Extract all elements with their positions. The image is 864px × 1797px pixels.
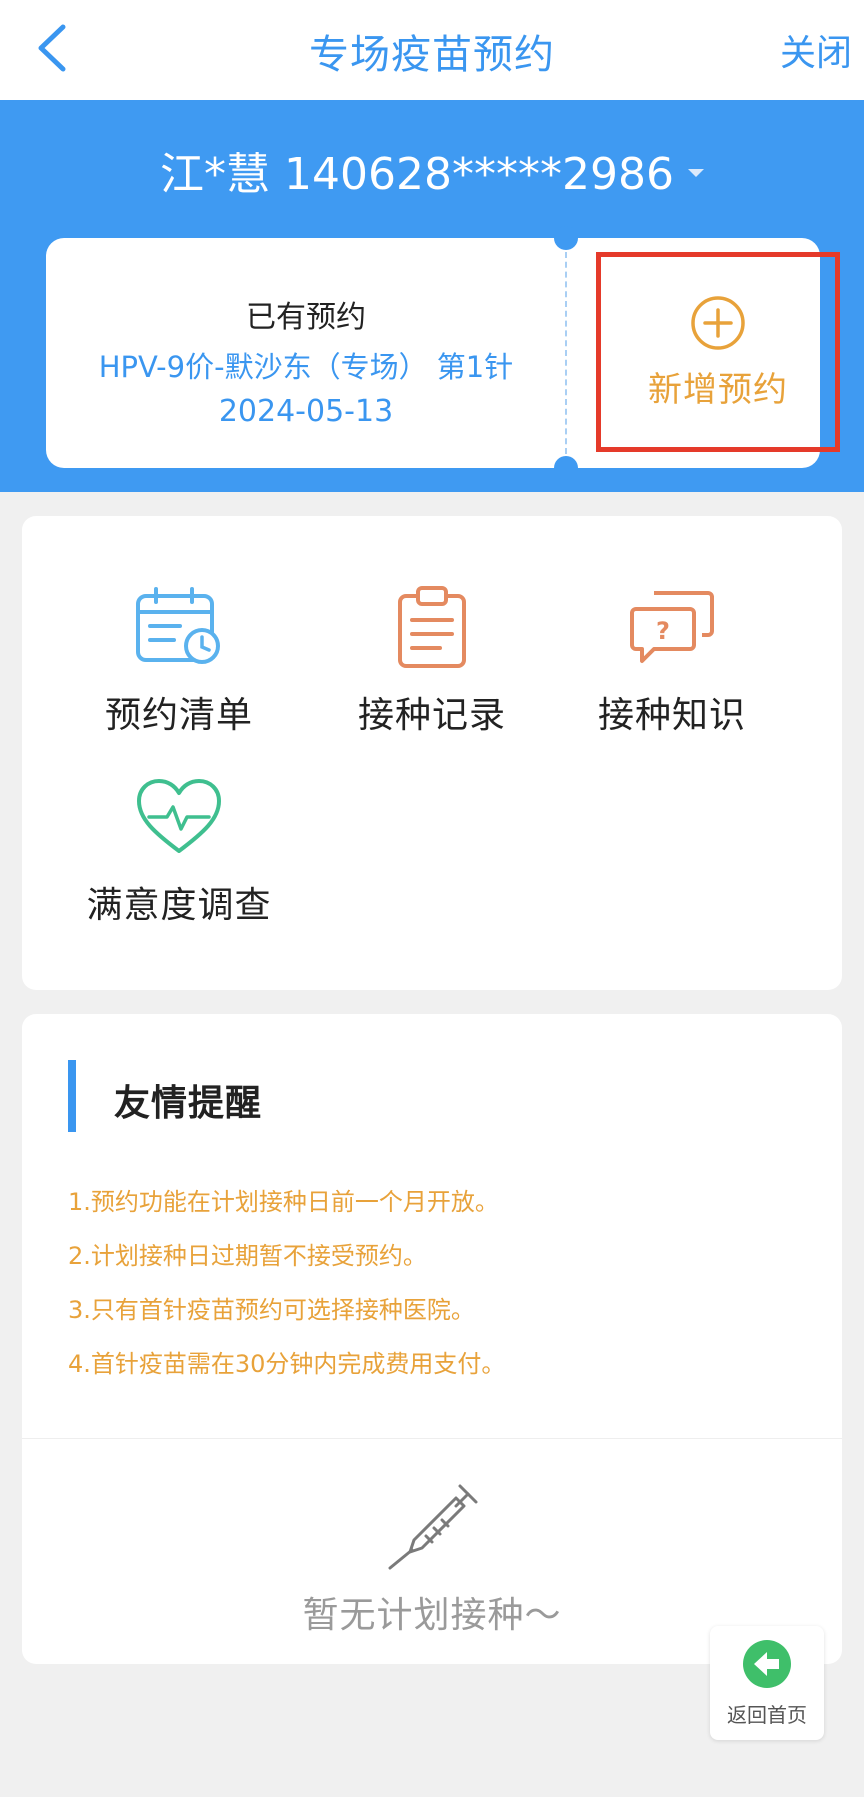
caret-down-icon xyxy=(687,169,704,177)
svg-text:?: ? xyxy=(656,617,670,645)
reminder-tip: 4.首针疫苗需在30分钟内完成费用支付。 xyxy=(68,1350,506,1378)
ticket-notch-bottom xyxy=(554,456,578,480)
user-identity-text: 江*慧 140628*****2986 xyxy=(160,149,674,200)
back-home-label: 返回首页 xyxy=(727,1702,807,1727)
existing-appointment-vaccine: HPV-9价-默沙东（专场） 第1针 xyxy=(98,350,514,384)
menu-item-label: 预约清单 xyxy=(104,695,253,736)
reminder-tip: 2.计划接种日过期暂不接受预约。 xyxy=(68,1242,427,1270)
top-nav-bar: 专场疫苗预约 关闭 xyxy=(0,0,864,100)
menu-item-label: 接种记录 xyxy=(357,695,506,736)
reminder-tips-list: 1.预约功能在计划接种日前一个月开放。 2.计划接种日过期暂不接受预约。 3.只… xyxy=(68,1182,505,1398)
page: 专场疫苗预约 关闭 江*慧 140628*****2986 已有预约 HPV-9… xyxy=(0,0,864,1797)
arrow-left-circle-icon xyxy=(743,1639,791,1688)
menu-item-appointment-list[interactable]: 预约清单 xyxy=(59,582,299,738)
close-button[interactable]: 关闭 xyxy=(780,24,852,76)
reminder-accent-bar xyxy=(68,1060,76,1132)
menu-item-satisfaction-survey[interactable]: 满意度调查 xyxy=(59,772,299,928)
question-chat-icon: ? xyxy=(630,591,714,663)
reminder-title: 友情提醒 xyxy=(114,1083,263,1124)
back-home-button[interactable]: 返回首页 xyxy=(710,1626,824,1740)
menu-item-vaccination-record[interactable]: 接种记录 xyxy=(312,582,552,738)
reminder-card: 友情提醒 1.预约功能在计划接种日前一个月开放。 2.计划接种日过期暂不接受预约… xyxy=(22,1014,842,1664)
existing-appointment-title: 已有预约 xyxy=(246,300,366,335)
reminder-tip: 3.只有首针疫苗预约可选择接种医院。 xyxy=(68,1296,475,1324)
reminder-divider xyxy=(22,1438,842,1439)
syringe-icon xyxy=(382,1480,482,1576)
plus-circle-icon xyxy=(691,295,745,350)
existing-appointment-date: 2024-05-13 xyxy=(218,394,394,429)
ticket-notch-top xyxy=(554,226,578,250)
menu-item-vaccination-knowledge[interactable]: ? 接种知识 xyxy=(552,582,792,738)
function-menu-card: 预约清单 接种记录 ? 接种知识 满意度调查 xyxy=(22,516,842,990)
clipboard-icon xyxy=(398,586,466,668)
new-appointment-button[interactable]: 新增预约 xyxy=(596,252,840,452)
menu-item-label: 满意度调查 xyxy=(86,885,272,926)
heart-pulse-icon xyxy=(137,779,221,853)
calendar-clock-icon xyxy=(136,587,220,664)
menu-item-label: 接种知识 xyxy=(597,695,746,736)
new-appointment-label: 新增预约 xyxy=(648,369,788,410)
appointment-ticket: 已有预约 HPV-9价-默沙东（专场） 第1针 2024-05-13 新增预约 xyxy=(46,226,840,480)
reminder-tip: 1.预约功能在计划接种日前一个月开放。 xyxy=(68,1188,499,1216)
user-selector[interactable]: 江*慧 140628*****2986 xyxy=(0,138,864,202)
page-title: 专场疫苗预约 xyxy=(309,32,555,78)
existing-appointment[interactable]: 已有预约 HPV-9价-默沙东（专场） 第1针 2024-05-13 xyxy=(46,292,566,429)
